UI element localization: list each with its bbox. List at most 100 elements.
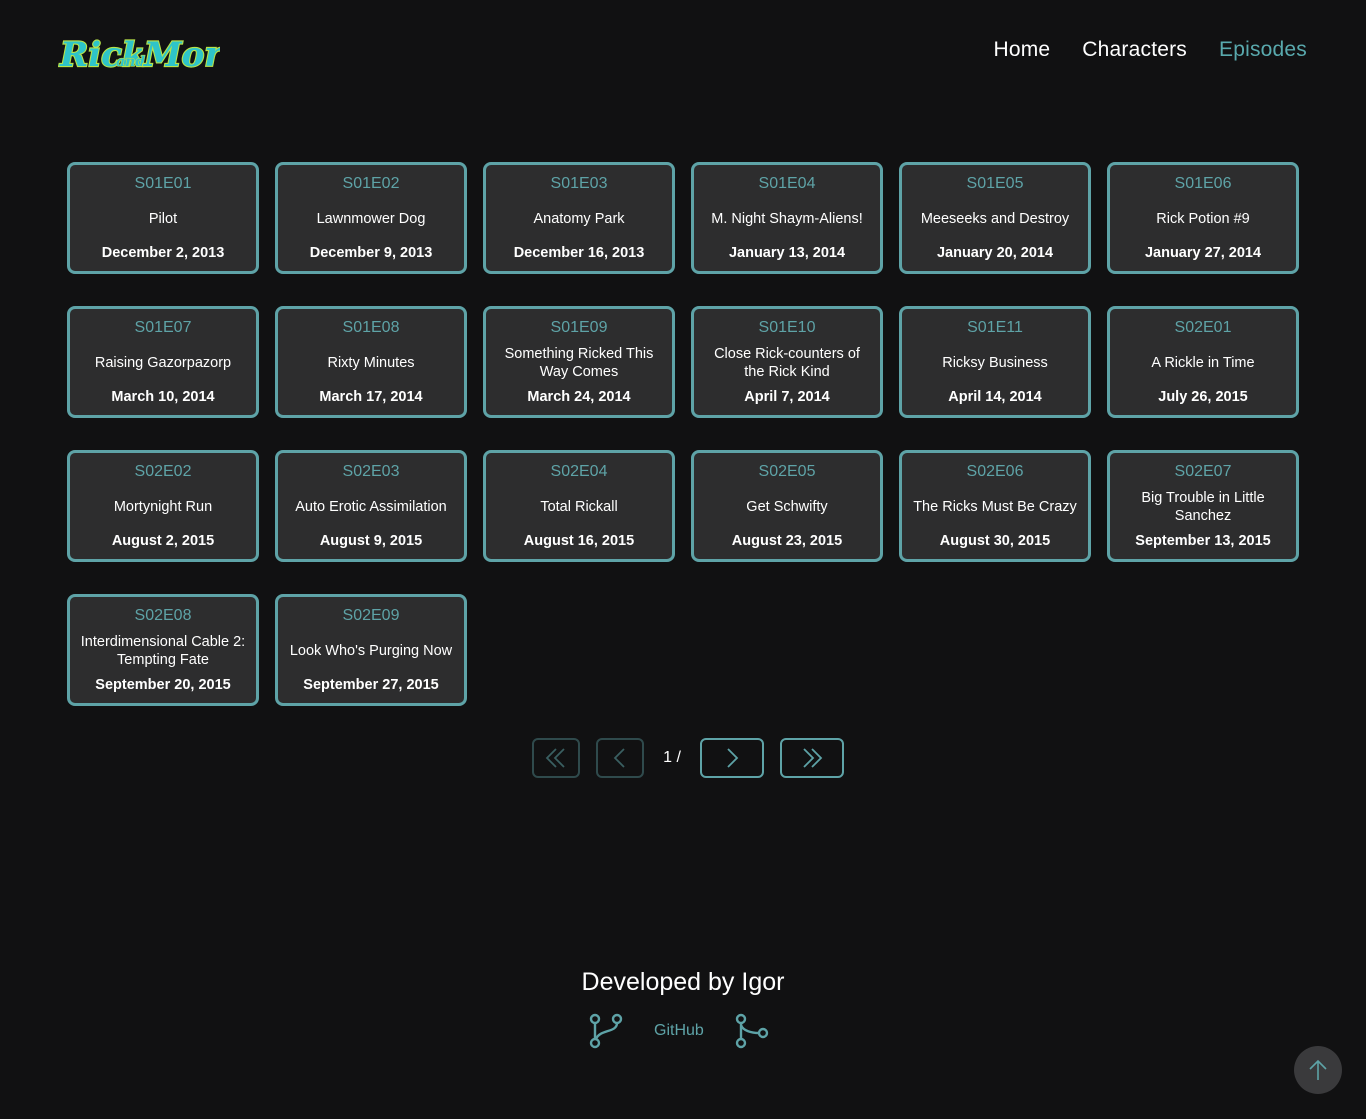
double-chevron-left-icon: [545, 748, 565, 768]
episode-air-date: March 17, 2014: [319, 389, 423, 405]
episode-name: Mortynight Run: [113, 498, 213, 515]
episode-card[interactable]: S01E05 Meeseeks and Destroy January 20, 20…: [899, 162, 1091, 274]
episode-name: M. Night Shaym-Aliens!: [711, 210, 863, 227]
git-branch-icon[interactable]: [586, 1011, 626, 1051]
episode-name: Interdimensional Cable 2: Tempting Fate: [80, 633, 246, 668]
episode-name: Get Schwifty: [746, 498, 828, 515]
prev-page-button[interactable]: [596, 738, 644, 778]
episode-name: Pilot: [148, 210, 178, 227]
episode-code: S01E07: [134, 319, 192, 336]
episode-card[interactable]: S01E11 Ricksy Business April 14, 2014: [899, 306, 1091, 418]
episode-code: S02E06: [966, 463, 1024, 480]
nav-characters[interactable]: Characters: [1082, 38, 1187, 62]
episode-air-date: September 13, 2015: [1135, 533, 1271, 549]
episode-code: S02E02: [134, 463, 192, 480]
rick-and-morty-logo[interactable]: Rick and Morty: [58, 26, 261, 80]
episode-code: S02E05: [758, 463, 816, 480]
episode-card[interactable]: S02E02 Mortynight Run August 2, 2015: [67, 450, 259, 562]
page-indicator: 1 /: [663, 749, 681, 766]
episode-code: S02E07: [1174, 463, 1232, 480]
first-page-button[interactable]: [532, 738, 580, 778]
episode-code: S01E09: [550, 319, 608, 336]
episode-code: S01E04: [758, 175, 816, 192]
episode-air-date: March 24, 2014: [527, 389, 631, 405]
episode-air-date: August 2, 2015: [111, 533, 215, 549]
episode-card[interactable]: S01E03 Anatomy Park December 16, 2013: [483, 162, 675, 274]
episode-code: S01E03: [550, 175, 608, 192]
episode-card[interactable]: S01E08 Rixty Minutes March 17, 2014: [275, 306, 467, 418]
github-link[interactable]: GitHub: [654, 1022, 704, 1040]
episode-name: Auto Erotic Assimilation: [295, 498, 447, 515]
episode-air-date: August 9, 2015: [319, 533, 423, 549]
git-fork-icon[interactable]: [732, 1011, 772, 1051]
episode-card[interactable]: S02E04 Total Rickall August 16, 2015: [483, 450, 675, 562]
next-page-button[interactable]: [700, 738, 764, 778]
episode-card[interactable]: S02E03 Auto Erotic Assimilation August 9, …: [275, 450, 467, 562]
episode-name: Total Rickall: [540, 498, 618, 515]
back-to-top-button[interactable]: [1294, 1046, 1342, 1094]
episode-name: Big Trouble in Little Sanchez: [1141, 489, 1265, 524]
arrow-up-icon: [1309, 1059, 1327, 1080]
episode-name: The Ricks Must Be Crazy: [913, 498, 1077, 515]
site-header: Rick and Morty Home Characters Episodes: [0, 0, 1366, 110]
episode-card[interactable]: S01E02 Lawnmower Dog December 9, 2013: [275, 162, 467, 274]
episode-card[interactable]: S01E07 Raising Gazorpazorp March 10, 2014: [67, 306, 259, 418]
episode-name: Rick Potion #9: [1156, 210, 1250, 227]
episode-air-date: January 27, 2014: [1144, 245, 1262, 261]
episode-name: Ricksy Business: [942, 354, 1048, 371]
episode-name: Close Rick-counters of the Rick Kind: [714, 345, 860, 380]
main-nav: Home Characters Episodes: [993, 38, 1307, 62]
episode-card[interactable]: S02E05 Get Schwifty August 23, 2015: [691, 450, 883, 562]
logo-image: Rick and Morty: [58, 34, 261, 76]
episode-code: S01E01: [134, 175, 192, 192]
episode-code: S02E01: [1174, 319, 1232, 336]
pagination: 1 /: [532, 738, 844, 778]
episode-code: S02E03: [342, 463, 400, 480]
episode-name: A Rickle in Time: [1151, 354, 1255, 371]
episode-air-date: January 20, 2014: [936, 245, 1054, 261]
episode-card[interactable]: S01E06 Rick Potion #9 January 27, 2014: [1107, 162, 1299, 274]
episode-air-date: December 2, 2013: [101, 245, 225, 261]
episode-name: Rixty Minutes: [327, 354, 415, 371]
episode-code: S02E09: [342, 607, 400, 624]
episode-card[interactable]: S01E04 M. Night Shaym-Aliens! January 13, …: [691, 162, 883, 274]
svg-text:Morty: Morty: [143, 35, 220, 75]
episode-card[interactable]: S02E08 Interdimensional Cable 2: Tempting…: [67, 594, 259, 706]
episode-name: Anatomy Park: [533, 210, 625, 227]
episode-code: S02E08: [134, 607, 192, 624]
episode-air-date: August 23, 2015: [731, 533, 843, 549]
episode-card[interactable]: S02E07 Big Trouble in Little Sanchez Septe…: [1107, 450, 1299, 562]
footer-links: GitHub: [586, 1011, 772, 1051]
episode-name: Meeseeks and Destroy: [920, 210, 1070, 227]
episode-card[interactable]: S01E01 Pilot December 2, 2013: [67, 162, 259, 274]
episode-name: Lawnmower Dog: [316, 210, 426, 227]
episode-name: Look Who's Purging Now: [289, 642, 453, 659]
last-page-button[interactable]: [780, 738, 844, 778]
episode-card[interactable]: S01E10 Close Rick-counters of the Rick Ki…: [691, 306, 883, 418]
episode-air-date: August 30, 2015: [939, 533, 1051, 549]
episode-card[interactable]: S02E06 The Ricks Must Be Crazy August 30, …: [899, 450, 1091, 562]
episode-name: Raising Gazorpazorp: [94, 354, 232, 371]
nav-episodes[interactable]: Episodes: [1219, 38, 1307, 62]
episode-code: S01E05: [966, 175, 1024, 192]
episode-air-date: March 10, 2014: [111, 389, 215, 405]
episode-card[interactable]: S01E09 Something Ricked This Way Comes Mar…: [483, 306, 675, 418]
episode-air-date: September 20, 2015: [95, 677, 231, 693]
episode-air-date: August 16, 2015: [523, 533, 635, 549]
episode-code: S01E08: [342, 319, 400, 336]
episode-air-date: April 7, 2014: [744, 389, 830, 405]
episode-card[interactable]: S02E09 Look Who's Purging Now September 27…: [275, 594, 467, 706]
episode-air-date: December 9, 2013: [309, 245, 433, 261]
episode-card[interactable]: S02E01 A Rickle in Time July 26, 2015: [1107, 306, 1299, 418]
episode-grid: S01E01 Pilot December 2, 2013 S01E02 Lawnmow…: [67, 162, 1299, 706]
episode-air-date: April 14, 2014: [948, 389, 1042, 405]
episode-code: S01E06: [1174, 175, 1232, 192]
episode-name: Something Ricked This Way Comes: [504, 345, 654, 380]
chevron-left-icon: [613, 748, 625, 768]
episode-air-date: January 13, 2014: [728, 245, 846, 261]
episode-air-date: September 27, 2015: [303, 677, 439, 693]
nav-home[interactable]: Home: [993, 38, 1050, 62]
episode-air-date: July 26, 2015: [1158, 389, 1248, 405]
episode-code: S01E02: [342, 175, 400, 192]
footer-title: Developed by Igor: [581, 968, 785, 996]
